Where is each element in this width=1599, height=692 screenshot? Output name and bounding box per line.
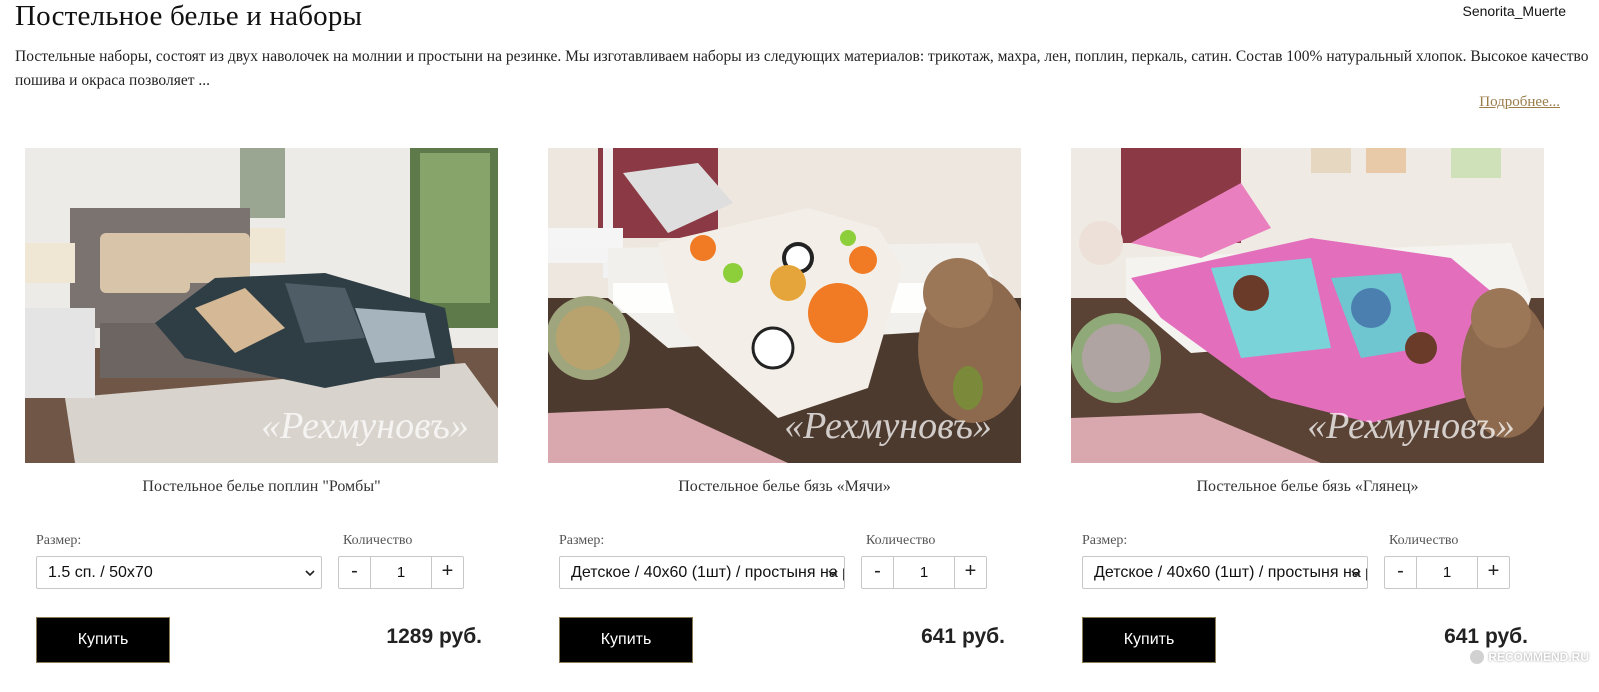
- quantity-value[interactable]: 1: [894, 557, 954, 588]
- size-label: Размер:: [36, 533, 82, 548]
- chevron-down-icon: [828, 570, 838, 577]
- buy-button[interactable]: Купить: [36, 617, 170, 663]
- chevron-down-icon: [305, 570, 315, 577]
- product-image-balls[interactable]: «Рехмуновъ»: [548, 148, 1021, 463]
- svg-text:«Рехмуновъ»: «Рехмуновъ»: [261, 405, 469, 447]
- page-title: Постельное белье и наборы: [15, 0, 363, 32]
- read-more-link[interactable]: Подробнее...: [1479, 94, 1560, 111]
- product-price: 1289 руб.: [386, 625, 482, 648]
- product-card: «Рехмуновъ» Постельное белье поплин "Ром…: [25, 148, 498, 668]
- size-select-value: 1.5 сп. / 50x70: [48, 564, 153, 581]
- size-label: Размер:: [1082, 533, 1128, 548]
- size-select-value: Детское / 40х60 (1шт) / простыня на рези…: [571, 564, 844, 581]
- watermark-logo-icon: [1470, 650, 1485, 664]
- quantity-stepper: - 1 +: [1384, 556, 1510, 589]
- decrease-quantity-button[interactable]: -: [862, 557, 894, 588]
- size-select-value: Детское / 40х60 (1шт) / простыня на рези…: [1094, 564, 1367, 581]
- user-name[interactable]: Senorita_Muerte: [1462, 3, 1566, 19]
- size-select[interactable]: Детское / 40х60 (1шт) / простыня на рези…: [1082, 556, 1368, 589]
- quantity-label: Количество: [343, 533, 413, 548]
- product-image-rombs[interactable]: «Рехмуновъ»: [25, 148, 498, 463]
- decrease-quantity-button[interactable]: -: [1385, 557, 1417, 588]
- quantity-stepper: - 1 +: [861, 556, 987, 589]
- increase-quantity-button[interactable]: +: [954, 557, 986, 588]
- product-image-glyanets[interactable]: «Рехмуновъ»: [1071, 148, 1544, 463]
- category-description: Постельные наборы, состоят из двух навол…: [15, 48, 1589, 89]
- quantity-label: Количество: [866, 533, 936, 548]
- product-price: 641 руб.: [1444, 625, 1528, 648]
- product-name[interactable]: Постельное белье поплин "Ромбы": [25, 478, 498, 496]
- site-watermark: RECOMMEND.RU: [1470, 650, 1589, 664]
- product-name[interactable]: Постельное белье бязь «Мячи»: [548, 478, 1021, 496]
- quantity-label: Количество: [1389, 533, 1459, 548]
- size-select[interactable]: 1.5 сп. / 50x70: [36, 556, 322, 589]
- size-label: Размер:: [559, 533, 605, 548]
- quantity-value[interactable]: 1: [1417, 557, 1477, 588]
- product-card: «Рехмуновъ» Постельное белье бязь «Гляне…: [1071, 148, 1544, 668]
- increase-quantity-button[interactable]: +: [431, 557, 463, 588]
- increase-quantity-button[interactable]: +: [1477, 557, 1509, 588]
- chevron-down-icon: [1351, 570, 1361, 577]
- product-card: «Рехмуновъ» Постельное белье бязь «Мячи»…: [548, 148, 1021, 668]
- quantity-stepper: - 1 +: [338, 556, 464, 589]
- watermark-text: RECOMMEND.RU: [1488, 650, 1589, 664]
- buy-button[interactable]: Купить: [1082, 617, 1216, 663]
- svg-text:«Рехмуновъ»: «Рехмуновъ»: [784, 405, 992, 447]
- product-price: 641 руб.: [921, 625, 1005, 648]
- size-select[interactable]: Детское / 40х60 (1шт) / простыня на рези…: [559, 556, 845, 589]
- buy-button[interactable]: Купить: [559, 617, 693, 663]
- quantity-value[interactable]: 1: [371, 557, 431, 588]
- svg-text:«Рехмуновъ»: «Рехмуновъ»: [1307, 405, 1515, 447]
- decrease-quantity-button[interactable]: -: [339, 557, 371, 588]
- product-name[interactable]: Постельное белье бязь «Глянец»: [1071, 478, 1544, 496]
